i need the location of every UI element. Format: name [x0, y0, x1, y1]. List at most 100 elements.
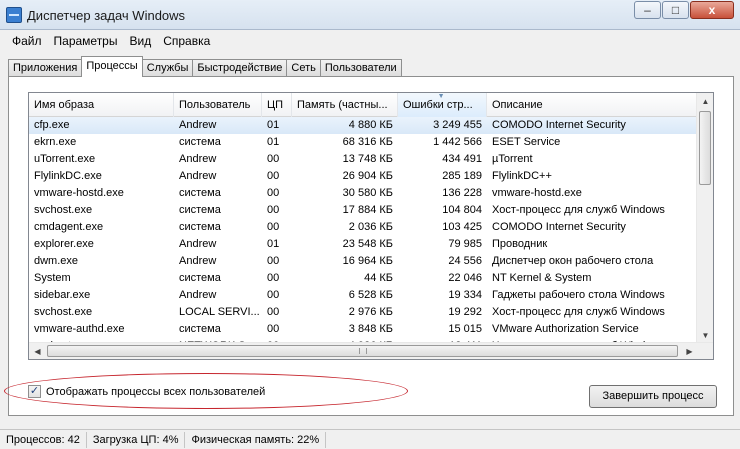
column-cpu[interactable]: ЦП	[262, 93, 292, 117]
cell-user: LOCAL SERVI...	[179, 306, 260, 318]
cell-user: Andrew	[179, 170, 217, 182]
show-all-users-checkbox[interactable]: ✓	[28, 385, 41, 398]
table-row[interactable]: dwm.exe Andrew 00 16 964 КБ 24 556 Диспетчер …	[29, 253, 697, 270]
cell-user: система	[179, 272, 221, 284]
cell-cpu: 01	[267, 238, 280, 250]
cell-user: Andrew	[179, 289, 217, 301]
vertical-scrollbar[interactable]: ▲ ▼	[696, 93, 713, 344]
cell-page-faults: 79 985	[448, 238, 482, 250]
menu-bar: Файл Параметры Вид Справка	[0, 31, 740, 51]
table-row[interactable]: cfp.exe Andrew 01 4 880 КБ 3 249 455 COMODO I…	[29, 117, 697, 134]
vertical-scroll-thumb[interactable]	[699, 111, 711, 185]
table-row[interactable]: svchost.exe LOCAL SERVI... 00 2 976 КБ 19 29…	[29, 304, 697, 321]
column-page-faults[interactable]: ▼ Ошибки стр...	[398, 93, 487, 117]
cell-user: система	[179, 221, 221, 233]
cell-memory: 3 848 КБ	[348, 323, 393, 335]
table-row[interactable]: uTorrent.exe Andrew 00 13 748 КБ 434 491 µTor…	[29, 151, 697, 168]
cell-page-faults: 19 292	[448, 306, 482, 318]
cell-page-faults: 19 334	[448, 289, 482, 301]
tab-network[interactable]: Сеть	[286, 59, 321, 77]
cell-user: Andrew	[179, 119, 217, 131]
cell-user: Andrew	[179, 153, 217, 165]
cell-image-name: System	[34, 272, 71, 284]
cell-cpu: 00	[267, 289, 280, 301]
column-page-faults-label: Ошибки стр...	[403, 99, 473, 111]
maximize-button[interactable]: □	[662, 1, 689, 19]
task-manager-icon	[6, 7, 22, 23]
cell-image-name: uTorrent.exe	[34, 153, 96, 165]
close-button[interactable]: x	[690, 1, 734, 19]
status-memory: Физическая память: 22%	[185, 431, 327, 448]
minimize-button[interactable]: –	[634, 1, 661, 19]
cell-cpu: 00	[267, 323, 280, 335]
horizontal-scroll-thumb[interactable]	[47, 345, 678, 357]
cell-memory: 6 528 КБ	[348, 289, 393, 301]
cell-user: система	[179, 323, 221, 335]
menu-options[interactable]: Параметры	[48, 34, 124, 48]
table-row[interactable]: svchost.exe система 00 17 884 КБ 104 804 Хост…	[29, 202, 697, 219]
cell-page-faults: 136 228	[442, 187, 482, 199]
cell-description: VMware Authorization Service	[492, 323, 639, 335]
show-all-users-label: Отображать процессы всех пользователей	[46, 385, 266, 398]
tab-users[interactable]: Пользователи	[319, 59, 402, 77]
scroll-left-icon[interactable]: ◀	[29, 343, 46, 359]
column-memory[interactable]: Память (частны...	[292, 93, 398, 117]
table-row[interactable]: explorer.exe Andrew 01 23 548 КБ 79 985 Прово…	[29, 236, 697, 253]
cell-description: Гаджеты рабочего стола Windows	[492, 289, 665, 301]
table-row[interactable]: ekrn.exe система 01 68 316 КБ 1 442 566 ESET …	[29, 134, 697, 151]
table-row[interactable]: sidebar.exe Andrew 00 6 528 КБ 19 334 Гаджеты…	[29, 287, 697, 304]
column-user[interactable]: Пользователь	[174, 93, 262, 117]
cell-page-faults: 22 046	[448, 272, 482, 284]
cell-memory: 2 036 КБ	[348, 221, 393, 233]
cell-cpu: 01	[267, 119, 280, 131]
tab-strip: Приложения Процессы Службы Быстродействи…	[8, 56, 402, 77]
cell-memory: 30 580 КБ	[342, 187, 393, 199]
tab-processes[interactable]: Процессы	[81, 56, 143, 77]
cell-image-name: svchost.exe	[34, 306, 93, 318]
menu-file[interactable]: Файл	[6, 34, 48, 48]
cell-page-faults: 103 425	[442, 221, 482, 233]
cell-memory: 44 КБ	[364, 272, 393, 284]
scroll-right-icon[interactable]: ▶	[681, 343, 698, 359]
scroll-up-icon[interactable]: ▲	[697, 93, 713, 110]
end-process-button[interactable]: Завершить процесс	[589, 385, 717, 408]
title-bar: Диспетчер задач Windows – □ x	[0, 0, 740, 30]
scroll-grip-icon	[358, 348, 367, 354]
column-description[interactable]: Описание	[487, 93, 697, 117]
show-all-users-option[interactable]: ✓ Отображать процессы всех пользователей	[28, 385, 265, 398]
table-row[interactable]: cmdagent.exe система 00 2 036 КБ 103 425 COMO…	[29, 219, 697, 236]
cell-image-name: vmware-hostd.exe	[34, 187, 124, 199]
cell-memory: 26 904 КБ	[342, 170, 393, 182]
cell-memory: 13 748 КБ	[342, 153, 393, 165]
horizontal-scrollbar[interactable]: ◀ ▶	[29, 342, 713, 359]
cell-description: Хост-процесс для служб Windows	[492, 306, 665, 318]
cell-image-name: vmware-authd.exe	[34, 323, 125, 335]
tab-services[interactable]: Службы	[141, 59, 194, 77]
cell-description: ESET Service	[492, 136, 561, 148]
process-list[interactable]: Имя образа Пользователь ЦП Память (частн…	[28, 92, 714, 360]
cell-user: система	[179, 136, 221, 148]
cell-cpu: 01	[267, 136, 280, 148]
cell-cpu: 00	[267, 170, 280, 182]
cell-description: COMODO Internet Security	[492, 221, 626, 233]
menu-view[interactable]: Вид	[123, 34, 157, 48]
cell-description: vmware-hostd.exe	[492, 187, 582, 199]
cell-user: Andrew	[179, 255, 217, 267]
cell-image-name: cmdagent.exe	[34, 221, 104, 233]
status-processes: Процессов: 42	[0, 431, 87, 448]
table-row[interactable]: FlylinkDC.exe Andrew 00 26 904 КБ 285 189 Fly…	[29, 168, 697, 185]
table-row[interactable]: System система 00 44 КБ 22 046 NT Kernel & Sy…	[29, 270, 697, 287]
table-row[interactable]: vmware-authd.exe система 00 3 848 КБ 15 015 V…	[29, 321, 697, 338]
tab-applications[interactable]: Приложения	[8, 59, 83, 77]
table-row[interactable]: vmware-hostd.exe система 00 30 580 КБ 136 22…	[29, 185, 697, 202]
cell-user: Andrew	[179, 238, 217, 250]
tab-performance[interactable]: Быстродействие	[192, 59, 288, 77]
cell-memory: 68 316 КБ	[342, 136, 393, 148]
cell-user: система	[179, 204, 221, 216]
cell-description: COMODO Internet Security	[492, 119, 626, 131]
column-image-name[interactable]: Имя образа	[29, 93, 174, 117]
cell-cpu: 00	[267, 204, 280, 216]
menu-help[interactable]: Справка	[157, 34, 216, 48]
cell-user: система	[179, 187, 221, 199]
cell-memory: 16 964 КБ	[342, 255, 393, 267]
